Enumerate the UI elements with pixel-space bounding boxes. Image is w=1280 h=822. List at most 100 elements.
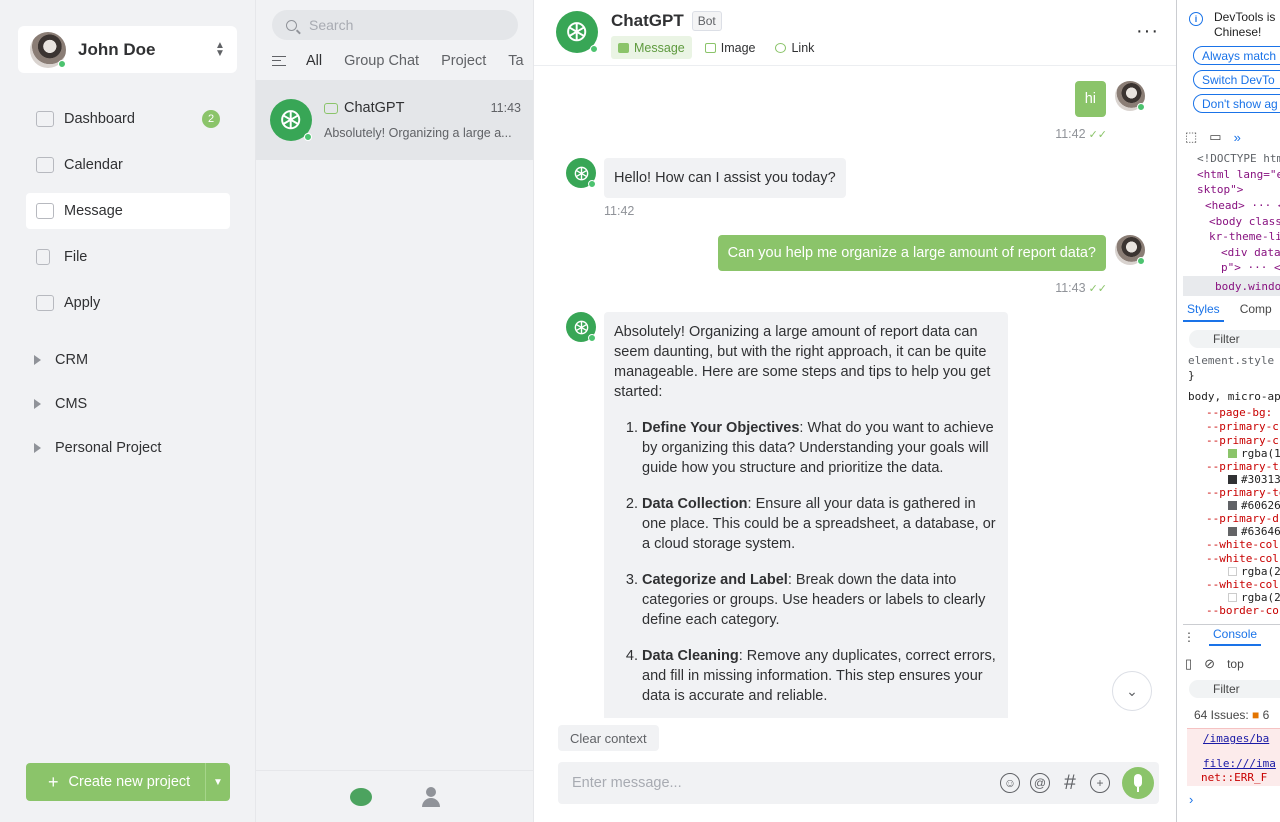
message-icon xyxy=(36,203,54,219)
user-switcher[interactable]: John Doe ▲ ▼ xyxy=(18,26,237,73)
message-time: 11:42 xyxy=(604,204,635,218)
conversation-filters: All Group Chat Project Ta xyxy=(272,50,534,72)
dom-line[interactable]: <!DOCTYPE htm xyxy=(1197,152,1280,165)
css-line: element.style xyxy=(1188,354,1275,367)
always-match-button[interactable]: Always match xyxy=(1193,46,1280,65)
css-line: rgba(1 xyxy=(1228,447,1280,460)
message-list: hi 11:42 ✓✓ Hello! How can I assist you t… xyxy=(534,66,1177,718)
sidebar-item-message[interactable]: Message xyxy=(26,193,230,229)
incoming-message: Absolutely! Organizing a large amount of… xyxy=(604,312,1008,718)
search-input[interactable]: Search xyxy=(272,10,518,40)
create-project-dropdown[interactable]: ▼ xyxy=(205,763,230,801)
incoming-message: Hello! How can I assist you today? xyxy=(604,158,846,198)
conversation-body: ChatGPT 11:43 Absolutely! Organizing a l… xyxy=(324,100,533,140)
error-link[interactable]: file:///ima xyxy=(1203,757,1276,770)
tab-link[interactable]: Link xyxy=(768,36,821,59)
filter-tab-all[interactable]: All xyxy=(306,53,322,69)
tree-group-cms[interactable]: CMS xyxy=(34,396,234,412)
tab-console[interactable]: Console xyxy=(1209,627,1262,646)
conversation-time: 11:43 xyxy=(490,101,521,115)
styles-filter-input[interactable]: Filter xyxy=(1189,330,1280,348)
css-value: rgba(1 xyxy=(1241,447,1280,460)
create-project-button[interactable]: + Create new project xyxy=(26,763,205,801)
more-options-icon[interactable]: ··· xyxy=(1136,20,1159,43)
more-tabs-icon[interactable]: » xyxy=(1234,130,1241,145)
tree-group-label: Personal Project xyxy=(55,440,162,456)
devtools-panel: i DevTools is Chinese! Always match Swit… xyxy=(1176,0,1280,822)
dom-line[interactable]: <html lang="e xyxy=(1197,168,1280,181)
message-composer: Enter message... ☺ @ # + xyxy=(558,762,1159,804)
bot-icon xyxy=(324,102,338,114)
tab-image[interactable]: Image xyxy=(698,36,763,59)
context-select[interactable]: top xyxy=(1227,657,1244,671)
emoji-icon[interactable]: ☺ xyxy=(1000,773,1020,793)
conversation-list-panel: Search All Group Chat Project Ta ChatGPT… xyxy=(255,0,533,822)
plus-circle-icon[interactable]: + xyxy=(1090,773,1110,793)
css-value: #30313 xyxy=(1241,473,1280,486)
devtools-language-notice: DevTools is Chinese! xyxy=(1214,10,1280,40)
dom-breadcrumb[interactable]: body.window xyxy=(1183,276,1280,296)
clear-context-button[interactable]: Clear context xyxy=(558,725,659,751)
chevron-down-icon: ▼ xyxy=(213,776,223,788)
sidebar-item-dashboard[interactable]: Dashboard 2 xyxy=(26,101,230,137)
sidebar-toggle-icon[interactable]: ▯ xyxy=(1185,656,1192,672)
apps-grid-icon xyxy=(36,295,54,311)
message-input[interactable]: Enter message... xyxy=(572,775,1000,791)
tab-message[interactable]: Message xyxy=(611,36,692,59)
user-name: John Doe xyxy=(78,39,156,59)
dom-line[interactable]: <body class xyxy=(1209,215,1280,228)
hashtag-icon[interactable]: # xyxy=(1060,771,1080,794)
device-toolbar-icon[interactable]: ▭ xyxy=(1209,129,1221,145)
mention-icon[interactable]: @ xyxy=(1030,773,1050,793)
inspect-element-icon[interactable]: ⬚ xyxy=(1185,129,1197,145)
filter-tab-group-chat[interactable]: Group Chat xyxy=(344,53,419,69)
list-item: Data Cleaning: Remove any duplicates, co… xyxy=(642,646,998,706)
issues-label: 64 Issues: xyxy=(1194,708,1249,722)
filter-tab-project[interactable]: Project xyxy=(441,53,486,69)
tree-group-label: CMS xyxy=(55,396,88,412)
sidebar-item-apply[interactable]: Apply xyxy=(26,285,230,321)
app-window: John Doe ▲ ▼ Dashboard 2 Calendar Message… xyxy=(0,0,1177,822)
clear-console-icon[interactable]: ⊘ xyxy=(1204,656,1215,672)
notice-line: Chinese! xyxy=(1214,25,1262,39)
menu-icon[interactable] xyxy=(272,56,286,66)
tab-computed[interactable]: Comp xyxy=(1240,302,1272,322)
message-time-text: 11:43 xyxy=(1055,281,1086,295)
sidebar-item-file[interactable]: File xyxy=(26,239,230,275)
filter-tab-more[interactable]: Ta xyxy=(508,53,523,69)
console-prompt-icon[interactable]: › xyxy=(1189,792,1193,807)
console-filter-input[interactable]: Filter xyxy=(1189,680,1280,698)
conversation-item[interactable]: ChatGPT 11:43 Absolutely! Organizing a l… xyxy=(256,80,533,160)
dom-line[interactable]: <head> ··· </ xyxy=(1205,199,1280,212)
issues-counter[interactable]: 64 Issues: ■ 6 xyxy=(1194,708,1269,722)
dont-show-again-button[interactable]: Don't show ag xyxy=(1193,94,1280,113)
switch-devtools-button[interactable]: Switch DevTo xyxy=(1193,70,1280,89)
info-icon: i xyxy=(1189,12,1203,26)
dom-line[interactable]: <div data xyxy=(1221,246,1280,259)
css-value: #60626 xyxy=(1241,499,1280,512)
scroll-to-bottom-button[interactable]: ⌄ xyxy=(1112,671,1152,711)
dom-line[interactable]: p"> ··· </d xyxy=(1221,261,1280,274)
chatgpt-logo-icon xyxy=(566,158,596,188)
color-swatch xyxy=(1228,567,1237,576)
tree-group-personal-project[interactable]: Personal Project xyxy=(34,440,234,456)
sidebar-item-label: Message xyxy=(64,203,123,219)
microphone-button[interactable] xyxy=(1122,767,1154,799)
tree-group-crm[interactable]: CRM xyxy=(34,352,234,368)
chat-bubble-icon[interactable] xyxy=(349,787,372,806)
css-line: #30313 xyxy=(1228,473,1280,486)
chatgpt-logo-icon xyxy=(566,312,596,342)
css-line: --primary-c xyxy=(1206,420,1279,433)
sidebar-item-calendar[interactable]: Calendar xyxy=(26,147,230,183)
online-dot xyxy=(588,180,596,188)
chat-header: ChatGPT Bot Message Image Link ··· xyxy=(534,0,1177,66)
dom-line[interactable]: kr-theme-li xyxy=(1209,230,1280,243)
dom-line[interactable]: sktop"> xyxy=(1197,183,1243,196)
drawer-menu-icon[interactable]: ⋮ xyxy=(1183,630,1195,644)
error-link[interactable]: /images/ba xyxy=(1203,732,1269,745)
contacts-icon[interactable] xyxy=(421,786,440,807)
plus-icon: + xyxy=(48,771,59,792)
sidebar-nav: Dashboard 2 Calendar Message File Apply xyxy=(26,101,230,331)
search-placeholder: Search xyxy=(309,17,354,33)
tab-styles[interactable]: Styles xyxy=(1183,302,1224,322)
